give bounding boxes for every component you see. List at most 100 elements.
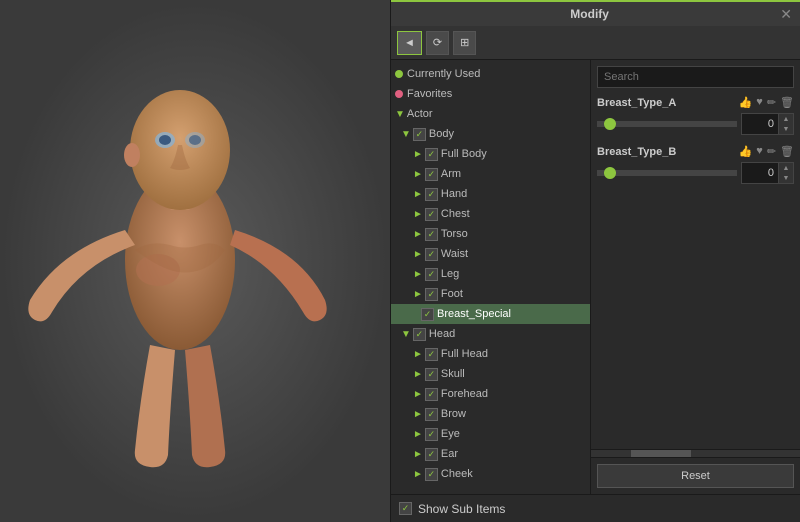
tree-item-actor[interactable]: ▼ Actor xyxy=(391,104,590,124)
ear-arrow: ► xyxy=(413,449,423,460)
prop-b-value-box: ▲ ▼ xyxy=(741,162,794,184)
leg-label: Leg xyxy=(441,268,459,280)
hand-checkbox[interactable]: ✓ xyxy=(425,188,438,201)
tree-item-forehead[interactable]: ► ✓ Forehead xyxy=(391,384,590,404)
prop-b-icon-edit[interactable]: ✏ xyxy=(767,145,776,158)
footer: ✓ Show Sub Items xyxy=(391,494,800,522)
tree-item-torso[interactable]: ► ✓ Torso xyxy=(391,224,590,244)
prop-b-name: Breast_Type_B xyxy=(597,146,676,158)
prop-a-spinner-up[interactable]: ▲ xyxy=(779,114,793,124)
tree-item-hand[interactable]: ► ✓ Hand xyxy=(391,184,590,204)
breast-special-label: Breast_Special xyxy=(437,308,511,320)
prop-a-slider[interactable] xyxy=(597,121,737,127)
tree-item-full-head[interactable]: ► ✓ Full Head xyxy=(391,344,590,364)
skull-label: Skull xyxy=(441,368,465,380)
tree-item-ear[interactable]: ► ✓ Ear xyxy=(391,444,590,464)
tree-item-cheek[interactable]: ► ✓ Cheek xyxy=(391,464,590,484)
body-checkbox[interactable]: ✓ xyxy=(413,128,426,141)
full-body-checkbox[interactable]: ✓ xyxy=(425,148,438,161)
leg-checkbox[interactable]: ✓ xyxy=(425,268,438,281)
foot-arrow: ► xyxy=(413,289,423,300)
prop-b-icon-thumb[interactable]: 👍 xyxy=(739,145,753,158)
prop-a-icon-heart[interactable]: ♥ xyxy=(756,96,763,109)
full-head-label: Full Head xyxy=(441,348,488,360)
tree-item-head[interactable]: ▼ ✓ Head xyxy=(391,324,590,344)
prop-b-value[interactable] xyxy=(742,166,778,180)
show-sub-items-label: Show Sub Items xyxy=(418,502,505,516)
horizontal-scrollbar[interactable] xyxy=(591,449,800,457)
prop-a-icon-delete[interactable]: 🗑 xyxy=(780,96,794,109)
waist-arrow: ► xyxy=(413,249,423,260)
tree-item-favorites[interactable]: Favorites xyxy=(391,84,590,104)
prop-a-icon-thumb[interactable]: 👍 xyxy=(739,96,753,109)
prop-a-thumb[interactable] xyxy=(604,118,616,130)
prop-b-spinner: ▲ ▼ xyxy=(778,163,793,183)
prop-b-icons: 👍 ♥ ✏ 🗑 xyxy=(739,145,794,158)
head-expand-arrow: ▼ xyxy=(401,329,411,340)
tree-item-brow[interactable]: ► ✓ Brow xyxy=(391,404,590,424)
show-sub-items-checkbox[interactable]: ✓ xyxy=(399,502,412,515)
tree-item-foot[interactable]: ► ✓ Foot xyxy=(391,284,590,304)
waist-label: Waist xyxy=(441,248,468,260)
properties-area: Breast_Type_A 👍 ♥ ✏ 🗑 xyxy=(591,60,800,494)
hand-label: Hand xyxy=(441,188,467,200)
prop-b-icon-heart[interactable]: ♥ xyxy=(756,145,763,158)
tree-item-waist[interactable]: ► ✓ Waist xyxy=(391,244,590,264)
brow-arrow: ► xyxy=(413,409,423,420)
prop-breast-type-a: Breast_Type_A 👍 ♥ ✏ 🗑 xyxy=(597,96,794,135)
content-area: Currently Used Favorites ▼ Actor ▼ ✓ Bod… xyxy=(391,60,800,494)
ear-checkbox[interactable]: ✓ xyxy=(425,448,438,461)
tree-item-body[interactable]: ▼ ✓ Body xyxy=(391,124,590,144)
close-button[interactable]: ✕ xyxy=(780,6,792,23)
torso-arrow: ► xyxy=(413,229,423,240)
prop-b-slider[interactable] xyxy=(597,170,737,176)
arm-label: Arm xyxy=(441,168,461,180)
tree-item-currently-used[interactable]: Currently Used xyxy=(391,64,590,84)
brow-checkbox[interactable]: ✓ xyxy=(425,408,438,421)
hand-arrow: ► xyxy=(413,189,423,200)
forehead-checkbox[interactable]: ✓ xyxy=(425,388,438,401)
cheek-label: Cheek xyxy=(441,468,473,480)
grid-button[interactable]: ⊞ xyxy=(453,31,476,55)
tree-item-skull[interactable]: ► ✓ Skull xyxy=(391,364,590,384)
head-checkbox[interactable]: ✓ xyxy=(413,328,426,341)
prop-a-header: Breast_Type_A 👍 ♥ ✏ 🗑 xyxy=(597,96,794,109)
leg-arrow: ► xyxy=(413,269,423,280)
foot-checkbox[interactable]: ✓ xyxy=(425,288,438,301)
breast-special-checkbox[interactable]: ✓ xyxy=(421,308,434,321)
prop-b-icon-delete[interactable]: 🗑 xyxy=(780,145,794,158)
cheek-arrow: ► xyxy=(413,469,423,480)
modify-panel: Modify ✕ ◄ ⟳ ⊞ Currently Used Favorites … xyxy=(390,0,800,522)
prop-b-thumb[interactable] xyxy=(604,167,616,179)
tree-item-breast-special[interactable]: ✓ Breast_Special xyxy=(391,304,590,324)
prop-b-spinner-up[interactable]: ▲ xyxy=(779,163,793,173)
skull-checkbox[interactable]: ✓ xyxy=(425,368,438,381)
actor-label: Actor xyxy=(407,108,433,120)
refresh-button[interactable]: ⟳ xyxy=(426,31,449,55)
prop-b-spinner-down[interactable]: ▼ xyxy=(779,173,793,183)
tree-item-full-body[interactable]: ► ✓ Full Body xyxy=(391,144,590,164)
tree-item-leg[interactable]: ► ✓ Leg xyxy=(391,264,590,284)
tree-item-chest[interactable]: ► ✓ Chest xyxy=(391,204,590,224)
search-input[interactable] xyxy=(597,66,794,88)
arm-checkbox[interactable]: ✓ xyxy=(425,168,438,181)
eye-checkbox[interactable]: ✓ xyxy=(425,428,438,441)
cheek-checkbox[interactable]: ✓ xyxy=(425,468,438,481)
back-button[interactable]: ◄ xyxy=(397,31,422,55)
full-head-checkbox[interactable]: ✓ xyxy=(425,348,438,361)
viewport-background xyxy=(0,0,390,522)
chest-arrow: ► xyxy=(413,209,423,220)
reset-button[interactable]: Reset xyxy=(597,464,794,488)
actor-arrow: ▼ xyxy=(395,109,405,120)
prop-a-name: Breast_Type_A xyxy=(597,97,676,109)
prop-a-value[interactable] xyxy=(742,117,778,131)
tree-item-eye[interactable]: ► ✓ Eye xyxy=(391,424,590,444)
chest-checkbox[interactable]: ✓ xyxy=(425,208,438,221)
waist-checkbox[interactable]: ✓ xyxy=(425,248,438,261)
prop-a-spinner-down[interactable]: ▼ xyxy=(779,124,793,134)
prop-a-icon-edit[interactable]: ✏ xyxy=(767,96,776,109)
tree-item-arm[interactable]: ► ✓ Arm xyxy=(391,164,590,184)
torso-checkbox[interactable]: ✓ xyxy=(425,228,438,241)
ear-label: Ear xyxy=(441,448,458,460)
currently-used-label: Currently Used xyxy=(407,68,480,80)
